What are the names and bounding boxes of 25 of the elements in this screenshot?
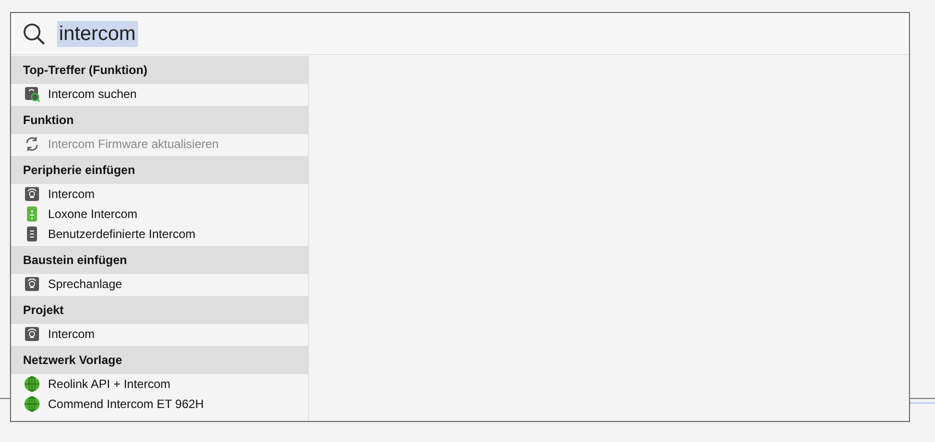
group-header: Funktion: [11, 106, 308, 134]
search-icon: [23, 22, 45, 44]
result-item[interactable]: Sprechanlage: [11, 274, 308, 294]
group-header: Peripherie einfügen: [11, 156, 308, 184]
result-item[interactable]: Commend Intercom ET 962H: [11, 394, 308, 414]
result-item[interactable]: Benutzerdefinierte Intercom: [11, 224, 308, 244]
device-search-icon: [24, 86, 40, 102]
group-header: Baustein einfügen: [11, 246, 308, 274]
globe-icon: [24, 376, 40, 392]
result-item[interactable]: Intercom: [11, 324, 308, 344]
search-field[interactable]: intercom: [57, 20, 138, 46]
intercom-icon: [24, 276, 40, 292]
group-header: Projekt: [11, 296, 308, 324]
result-item[interactable]: Intercom suchen: [11, 84, 308, 104]
group-header: Top-Treffer (Funktion): [11, 56, 308, 84]
globe-icon: [24, 396, 40, 412]
phone-icon: [24, 206, 40, 222]
group-header: Netzwerk Vorlage: [11, 346, 308, 374]
result-item[interactable]: Intercom: [11, 184, 308, 204]
intercom-icon: [24, 186, 40, 202]
refresh-icon: [24, 136, 40, 152]
result-item[interactable]: Reolink API + Intercom: [11, 374, 308, 394]
intercom-icon: [24, 326, 40, 342]
phone-icon: [24, 226, 40, 242]
result-item[interactable]: Loxone Intercom: [11, 204, 308, 224]
